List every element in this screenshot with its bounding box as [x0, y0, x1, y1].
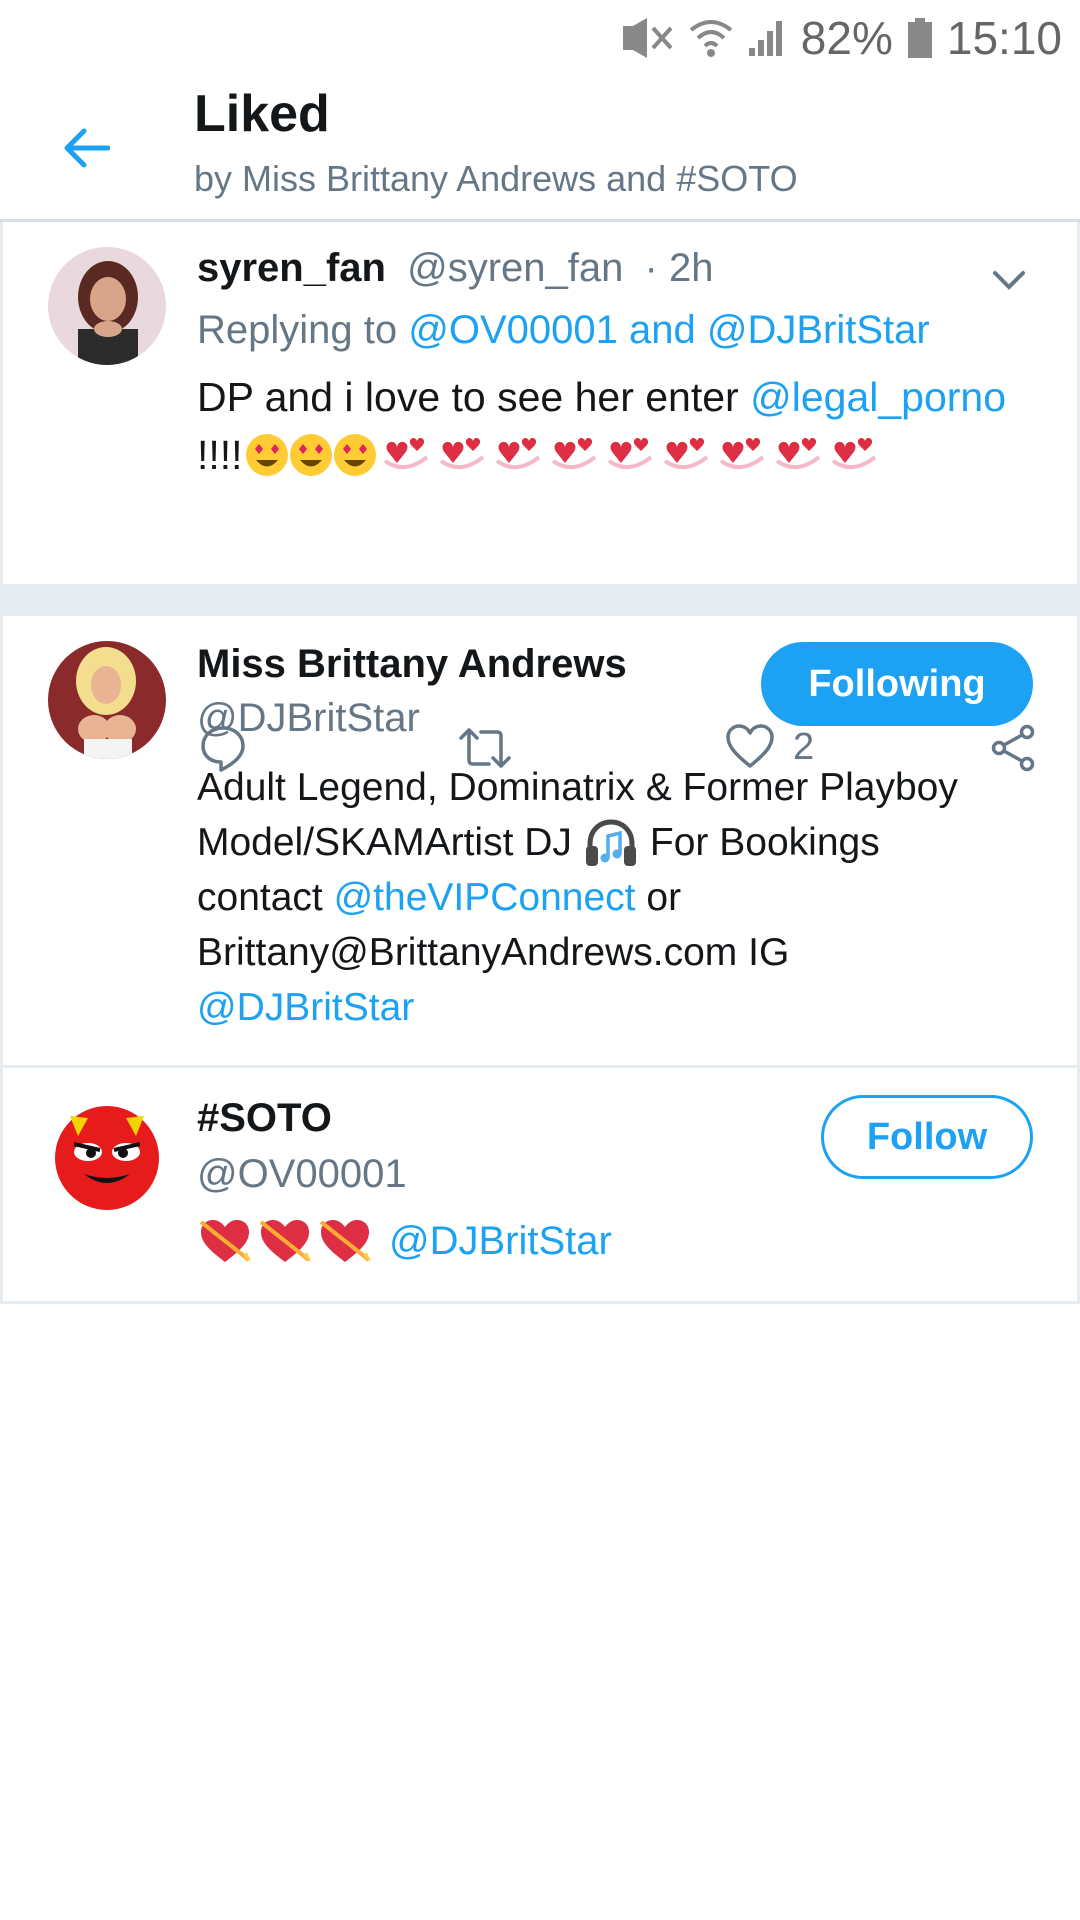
battery-icon	[907, 18, 933, 58]
mention-link[interactable]: @theVIPConnect	[334, 876, 636, 919]
replying-to: Replying to @OV00001 and @DJBritStar	[197, 308, 930, 353]
revolving-hearts-emoji-icon	[775, 438, 820, 469]
heart-eyes-emoji-icon	[333, 434, 376, 476]
bio-line: contact @theVIPConnect or	[197, 870, 1037, 925]
revolving-hearts-emoji-icon	[663, 438, 708, 469]
tweet-author-name[interactable]: syren_fan	[197, 246, 386, 290]
tweet-time: · 2h	[644, 246, 714, 290]
back-button[interactable]	[58, 122, 114, 174]
heart-eyes-emoji-icon	[245, 434, 288, 476]
wifi-icon	[689, 18, 733, 58]
mention-link[interactable]: @DJBritStar	[389, 1219, 612, 1264]
following-button[interactable]: Following	[761, 642, 1033, 726]
bio-text: contact	[197, 876, 323, 919]
avatar[interactable]	[48, 641, 166, 759]
page-subtitle: by Miss Brittany Andrews and #SOTO	[194, 158, 798, 199]
heart-arrow-emoji-icon	[319, 1220, 371, 1262]
revolving-hearts-emoji-icon	[607, 438, 652, 469]
clock: 15:10	[946, 12, 1062, 64]
avatar[interactable]	[48, 1096, 166, 1214]
bio-line: Brittany@BrittanyAndrews.com IG	[197, 931, 790, 974]
headphones-icon	[585, 818, 636, 866]
chevron-down-icon	[993, 271, 1025, 290]
user-name[interactable]: Miss Brittany Andrews	[197, 642, 627, 687]
follow-button[interactable]: Follow	[821, 1095, 1033, 1179]
avatar[interactable]	[48, 247, 166, 365]
user-name[interactable]: #SOTO	[197, 1096, 332, 1141]
emoji-row: !!!!	[197, 426, 1057, 484]
user-card[interactable]: #SOTO @OV00001 Follow @DJBritStar	[0, 1068, 1080, 1304]
signal-icon	[747, 18, 787, 58]
page-title: Liked	[194, 85, 330, 143]
exclamations: !!!!	[197, 432, 243, 478]
user-handle: @DJBritStar	[197, 696, 420, 740]
tweet-text-body: DP and i love to see her enter	[197, 374, 739, 420]
bio-text: or	[646, 876, 682, 919]
tweet[interactable]: syren_fan @syren_fan · 2h Replying to @O…	[0, 222, 1080, 772]
revolving-hearts-emoji-icon	[831, 438, 876, 469]
bio-line: Model/SKAMArtist DJ For Bookings	[197, 815, 1037, 870]
mention-link[interactable]: @DJBritStar	[197, 980, 1037, 1035]
heart-eyes-emoji-icon	[289, 434, 332, 476]
bio-text: For Bookings	[649, 821, 880, 864]
revolving-hearts-emoji-icon	[383, 438, 428, 469]
replying-to-link[interactable]: @OV00001 and @DJBritStar	[408, 308, 929, 352]
replying-prefix: Replying to	[197, 308, 398, 352]
mute-icon	[619, 18, 675, 58]
bio-line: Adult Legend, Dominatrix & Former Playbo…	[197, 766, 958, 809]
revolving-hearts-emoji-icon	[439, 438, 484, 469]
user-bio: @DJBritStar	[197, 1216, 612, 1266]
bio-text: Model/SKAMArtist DJ	[197, 821, 572, 864]
user-card[interactable]: Miss Brittany Andrews @DJBritStar Follow…	[0, 616, 1080, 1068]
tweet-text: DP and i love to see her enter @legal_po…	[197, 368, 1057, 484]
tweet-menu-button[interactable]	[989, 260, 1029, 300]
tweet-header: syren_fan @syren_fan · 2h	[197, 246, 713, 291]
user-handle: @OV00001	[197, 1152, 407, 1196]
page-header: Liked by Miss Brittany Andrews and #SOTO	[0, 76, 1080, 222]
tweet-author-handle: @syren_fan	[407, 246, 624, 290]
revolving-hearts-emoji-icon	[495, 438, 540, 469]
back-arrow-icon	[64, 128, 110, 168]
battery-percent: 82%	[800, 12, 893, 64]
mention-link[interactable]: @legal_porno	[750, 374, 1006, 420]
status-bar: 82% 15:10	[0, 0, 1080, 76]
revolving-hearts-emoji-icon	[719, 438, 764, 469]
user-bio: Adult Legend, Dominatrix & Former Playbo…	[197, 760, 1037, 1035]
heart-arrow-emoji-icon	[259, 1220, 311, 1262]
revolving-hearts-emoji-icon	[551, 438, 596, 469]
section-divider	[0, 584, 1080, 616]
heart-arrow-emoji-icon	[199, 1220, 251, 1262]
